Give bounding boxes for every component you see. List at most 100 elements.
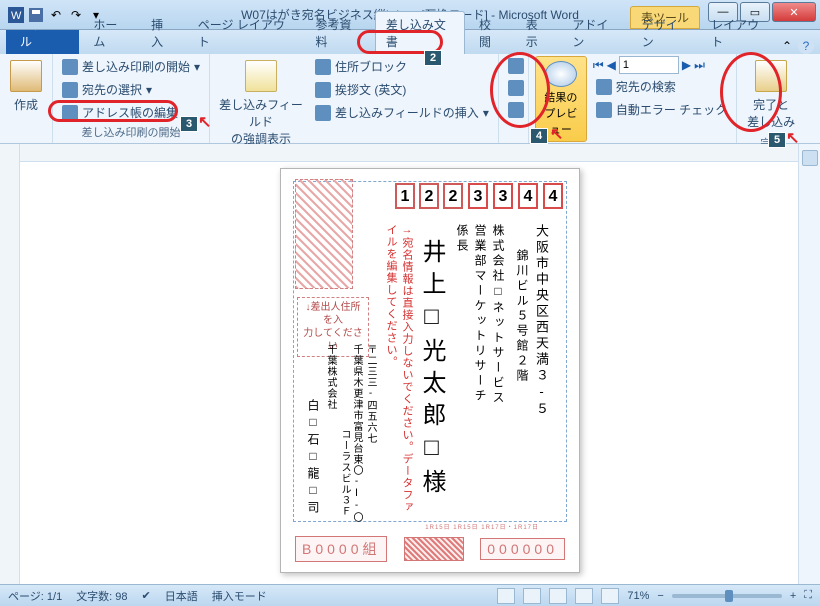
recipient-company1: 株式会社□ネットサービス [490, 224, 507, 406]
recipient-company2: 営業部マーケットリサーチ [472, 224, 489, 404]
highlight-icon [245, 60, 277, 92]
status-lang[interactable]: 日本語 [165, 588, 198, 604]
select-recipients-button[interactable]: 宛先の選択▾ [59, 79, 203, 100]
tab-insert[interactable]: 挿入 [141, 12, 184, 54]
status-bar: ページ: 1/1 文字数: 98 ✔ 日本語 挿入モード 71% − + ⛶ [0, 584, 820, 606]
ribbon: 作成 差し込み印刷の開始▾ 宛先の選択▾ アドレス帳の編集 差し込み印刷の開始 … [0, 54, 820, 144]
tab-mailings[interactable]: 差し込み文書 [375, 11, 465, 54]
rules-icon [508, 58, 524, 74]
zoom-fit-icon[interactable]: ⛶ [804, 589, 812, 602]
magnifier-icon [545, 61, 577, 87]
save-icon[interactable] [28, 7, 44, 23]
view-read-button[interactable] [523, 588, 541, 604]
check-icon [596, 102, 612, 118]
annotation-arrow-4: ↖ [550, 124, 563, 144]
tab-pagelayout[interactable]: ページ レイアウト [188, 12, 302, 54]
view-outline-button[interactable] [575, 588, 593, 604]
greeting-line-button[interactable]: 挨拶文 (英文) [312, 79, 492, 100]
redo-icon[interactable]: ↷ [68, 7, 84, 23]
undo-icon[interactable]: ↶ [48, 7, 64, 23]
tab-addin[interactable]: アドイン [562, 12, 627, 54]
bottom-strip: B0000組 000000 [295, 536, 565, 562]
next-record-button[interactable]: ▶ [682, 58, 691, 72]
recipient-name: 井上□光太郎□様 [414, 239, 449, 501]
group-create: 作成 [0, 54, 53, 143]
insert-field-icon [315, 105, 331, 121]
status-page[interactable]: ページ: 1/1 [8, 588, 62, 604]
close-button[interactable]: ✕ [772, 2, 816, 22]
zoom-slider[interactable] [672, 594, 782, 598]
tab-layout[interactable]: レイアウト [701, 12, 778, 54]
auto-check-button[interactable]: 自動エラー チェック [593, 99, 730, 120]
tab-home[interactable]: ホーム [83, 12, 137, 54]
create-label: 作成 [14, 96, 38, 113]
tab-view[interactable]: 表示 [516, 12, 559, 54]
start-merge-button[interactable]: 差し込み印刷の開始▾ [59, 56, 203, 77]
svg-text:W: W [11, 10, 22, 22]
insert-field-button[interactable]: 差し込みフィールドの挿入▾ [312, 102, 492, 123]
warning-text: →宛名情報は直接入力しないでください。データファイルを編集してください。 [383, 224, 415, 524]
view-print-button[interactable] [497, 588, 515, 604]
recipients-icon [62, 82, 78, 98]
postcode-2: 2 [419, 183, 439, 209]
tab-review[interactable]: 校閲 [469, 12, 512, 54]
sender-addr1: 〒二三三‐四五六七 [363, 344, 378, 444]
zoom-in-button[interactable]: + [790, 590, 796, 602]
match-icon [508, 80, 524, 96]
recipient-addr1: 大阪市中央区西天満３‐５ [532, 224, 551, 418]
document-area[interactable]: 1 2 2 3 3 4 4 大阪市中央区西天満３‐５ 錦川ビル５号館２階 株式会… [20, 144, 798, 584]
last-record-button[interactable]: ⏭ [694, 58, 705, 73]
record-input[interactable] [619, 56, 679, 74]
view-draft-button[interactable] [601, 588, 619, 604]
finish-icon [755, 60, 787, 92]
annotation-num-4: 4 [530, 128, 548, 144]
status-zoom[interactable]: 71% [627, 590, 649, 602]
annotation-arrow-3: ↖ [198, 112, 211, 132]
tiny-text: 1R15日 1R15日 1R17日・1R17日 [321, 522, 539, 532]
postcode-4: 3 [468, 183, 488, 209]
find-icon [596, 79, 612, 95]
view-web-button[interactable] [549, 588, 567, 604]
tab-design[interactable]: デザイン [632, 12, 697, 54]
postcode-6: 4 [518, 183, 538, 209]
first-record-button[interactable]: ⏮ [593, 58, 604, 73]
greeting-icon [315, 82, 331, 98]
prev-record-button[interactable]: ◀ [607, 58, 616, 72]
right-gutter [798, 144, 820, 584]
postcode-7: 4 [543, 183, 563, 209]
workspace: 1 2 2 3 3 4 4 大阪市中央区西天満３‐５ 錦川ビル５号館２階 株式会… [0, 144, 820, 584]
edit-list-icon [62, 105, 78, 121]
word-icon: W [8, 7, 24, 23]
sender-company: 千葉株式会社 [323, 344, 338, 410]
vertical-ruler[interactable] [0, 144, 20, 584]
design-mark-icon [404, 537, 464, 561]
address-block-button[interactable]: 住所ブロック [312, 56, 492, 77]
update-button[interactable] [505, 100, 527, 120]
status-words[interactable]: 文字数: 98 [76, 588, 127, 604]
bottom-right: 000000 [480, 538, 565, 560]
group-rules [499, 54, 529, 143]
finish-merge-button[interactable]: 完了と 差し込み [743, 56, 799, 134]
status-mode[interactable]: 挿入モード [212, 588, 267, 604]
find-recipient-button[interactable]: 宛先の検索 [593, 76, 730, 97]
zoom-out-button[interactable]: − [657, 590, 663, 602]
ruler-toggle-icon[interactable] [802, 150, 818, 166]
tab-references[interactable]: 参考資料 [306, 12, 371, 54]
sender-names: 白□石□龍□司 [305, 399, 322, 517]
sender-addr3: コーラスビル３Ｆ [337, 429, 352, 517]
postcode-3: 2 [443, 183, 463, 209]
rules-button[interactable] [505, 56, 527, 76]
start-merge-icon [62, 59, 78, 75]
highlight-fields-button[interactable]: 差し込みフィールド の強調表示 [216, 56, 306, 151]
status-proof-icon[interactable]: ✔ [142, 589, 151, 602]
minimize-ribbon-icon[interactable]: ⌃ [782, 39, 792, 53]
update-icon [508, 102, 524, 118]
help-icon[interactable]: ? [798, 38, 814, 54]
annotation-num-2: 2 [424, 50, 442, 66]
create-button[interactable]: 作成 [6, 56, 46, 127]
ribbon-help: ⌃ ? [782, 38, 814, 54]
postcode-5: 3 [493, 183, 513, 209]
horizontal-ruler[interactable] [20, 144, 798, 162]
match-button[interactable] [505, 78, 527, 98]
bottom-left: B0000組 [295, 536, 387, 562]
